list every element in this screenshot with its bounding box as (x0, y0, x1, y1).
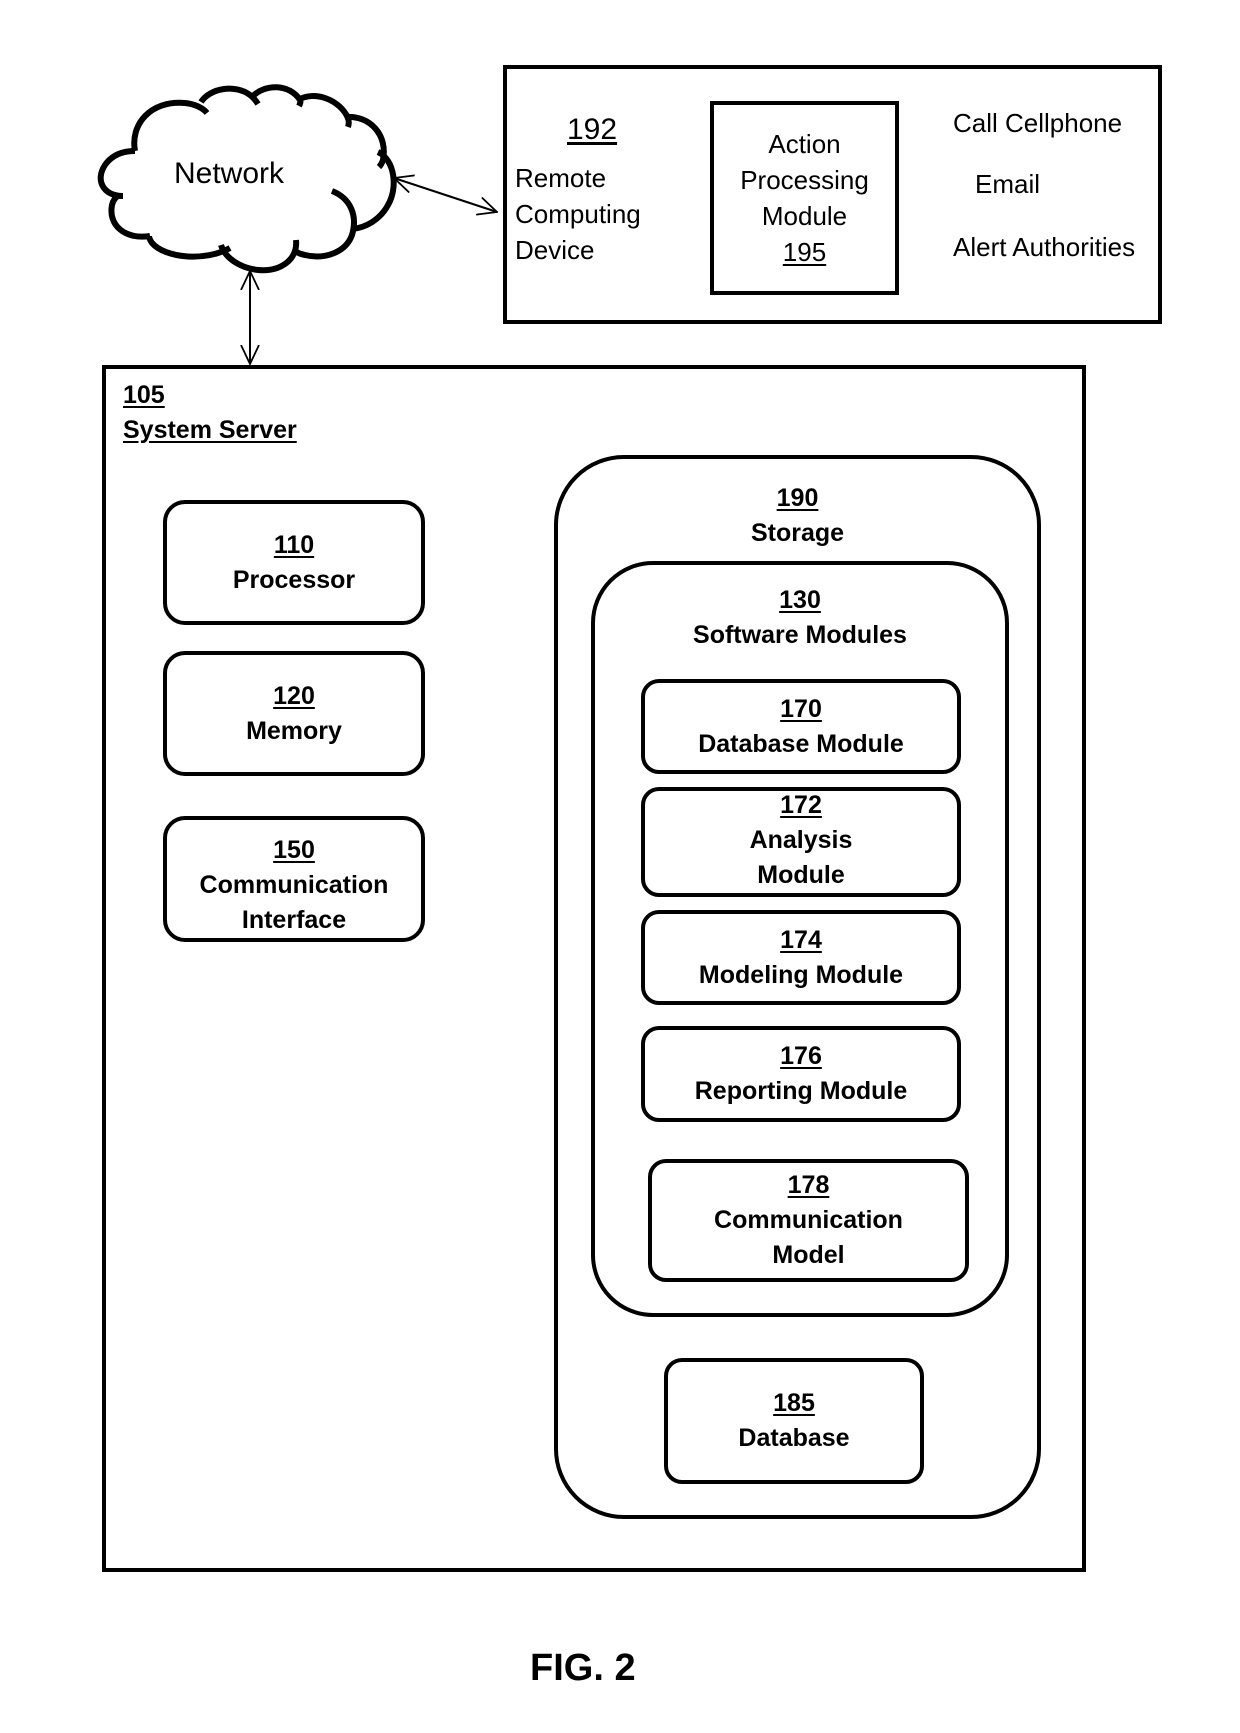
software-modules-title: 130 Software Modules (591, 583, 1009, 653)
communication-model-label: Communication Model (714, 1206, 903, 1269)
analysis-module-label: Analysis Module (749, 826, 853, 889)
processor-number: 110 (273, 530, 315, 559)
storage-title: 190 Storage (554, 481, 1041, 551)
storage-label: Storage (750, 519, 845, 547)
database-module-box: 170 Database Module (641, 679, 961, 774)
storage-number: 190 (776, 484, 819, 512)
modeling-module-number: 174 (780, 925, 822, 954)
modeling-module-box: 174 Modeling Module (641, 910, 961, 1005)
figure-caption: FIG. 2 (530, 1647, 636, 1689)
communication-interface-label: Communication Interface (199, 871, 389, 934)
analysis-module-box: 172 Analysis Module (641, 787, 961, 897)
processor-box: 110 Processor (163, 500, 425, 625)
processor-label: Processor (232, 565, 356, 594)
network-remote-link (394, 178, 497, 212)
output-call-cellphone: Call Cellphone (953, 108, 1123, 138)
database-label: Database (738, 1424, 850, 1452)
software-modules-number: 130 (779, 586, 821, 614)
remote-device-label-line: Device (515, 235, 595, 265)
output-alert-authorities: Alert Authorities (953, 232, 1136, 262)
communication-interface-number: 150 (273, 836, 315, 864)
system-server-label: System Server (123, 416, 297, 444)
database-module-number: 170 (780, 694, 822, 723)
remote-device-label-line: Remote (515, 163, 607, 193)
reporting-module-label: Reporting Module (694, 1077, 908, 1105)
action-module-number: 195 (782, 237, 827, 267)
reporting-module-number: 176 (780, 1042, 822, 1070)
database-module-label: Database Module (698, 729, 904, 758)
communication-interface-box: 150 Communication Interface (163, 816, 425, 942)
analysis-module-number: 172 (780, 791, 822, 819)
remote-device-label-line: Computing (515, 199, 641, 229)
communication-model-number: 178 (787, 1171, 830, 1199)
output-email: Email (975, 169, 1041, 199)
remote-device-label: Remote Computing Device (515, 160, 641, 268)
network-label: Network (174, 157, 285, 190)
remote-device-number: 192 (567, 113, 618, 146)
software-modules-label: Software Modules (693, 621, 907, 649)
reporting-module-box: 176 Reporting Module (641, 1026, 961, 1122)
memory-number: 120 (273, 681, 315, 710)
action-module-label-line: Action (768, 129, 841, 159)
action-processing-module: Action Processing Module 195 (710, 101, 899, 295)
memory-label: Memory (246, 716, 342, 745)
action-module-label-line: Module (761, 201, 848, 231)
memory-box: 120 Memory (163, 651, 425, 776)
action-module-label-line: Processing (740, 165, 869, 195)
database-number: 185 (773, 1389, 815, 1417)
system-server-number: 105 (123, 381, 165, 409)
database-box: 185 Database (664, 1358, 924, 1484)
modeling-module-label: Modeling Module (698, 960, 904, 989)
communication-model-box: 178 Communication Model (648, 1159, 969, 1282)
